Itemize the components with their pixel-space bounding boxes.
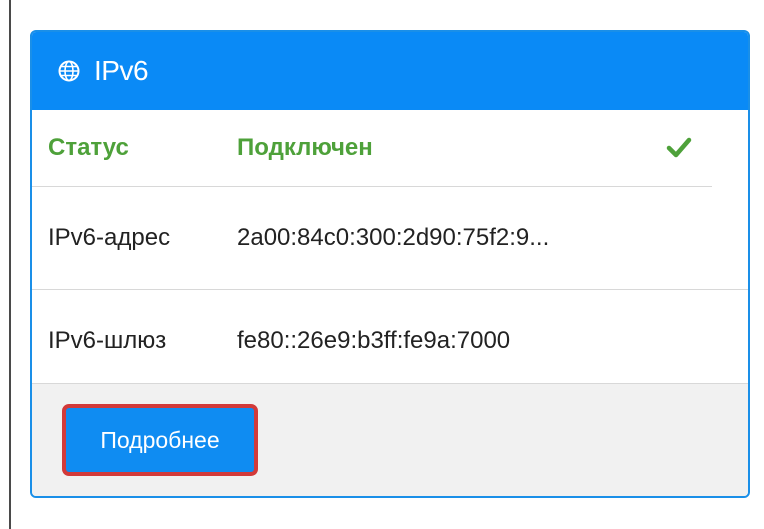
left-border-line	[9, 0, 11, 529]
ipv6-address-row: IPv6-адрес 2a00:84c0:300:2d90:75f2:9...	[32, 187, 748, 289]
details-button[interactable]: Подробнее	[62, 404, 258, 476]
ipv6-panel: IPv6 Статус Подключен IPv6-адрес 2a00:84…	[30, 30, 750, 498]
checkmark-icon	[666, 136, 692, 158]
status-row: Статус Подключен	[32, 110, 748, 186]
panel-header: IPv6	[32, 32, 748, 110]
status-label: Статус	[48, 134, 129, 161]
globe-icon	[58, 60, 80, 82]
ipv6-gateway-row: IPv6-шлюз fe80::26e9:b3ff:fe9a:7000	[32, 290, 748, 392]
ipv6-address-label: IPv6-адрес	[48, 224, 171, 251]
panel-title: IPv6	[94, 55, 149, 86]
ipv6-gateway-value: fe80::26e9:b3ff:fe9a:7000	[237, 327, 511, 354]
status-value: Подключен	[237, 134, 373, 161]
panel-footer: Подробнее	[32, 383, 748, 496]
ipv6-address-value: 2a00:84c0:300:2d90:75f2:9...	[237, 224, 550, 251]
ipv6-gateway-label: IPv6-шлюз	[48, 327, 167, 354]
